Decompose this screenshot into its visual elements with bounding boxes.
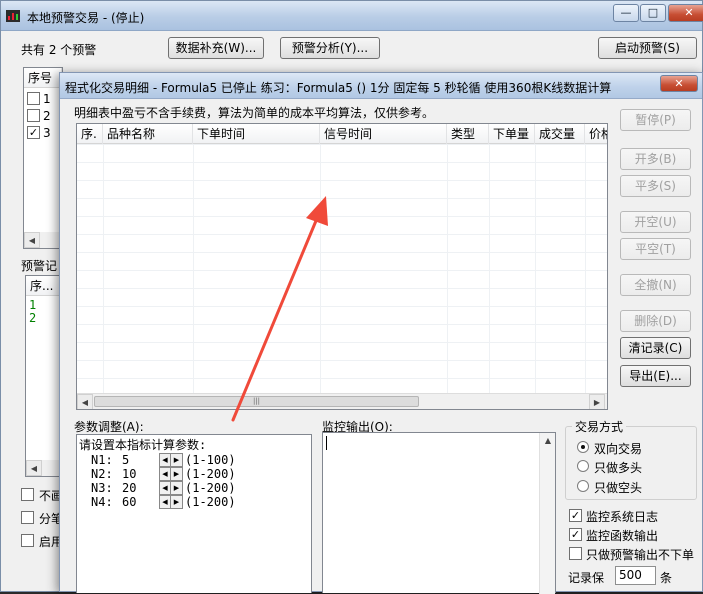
annotation-arrow-head: [306, 196, 328, 226]
annotation-arrow-shaft: [231, 214, 320, 422]
annotation-arrow: [231, 196, 328, 422]
